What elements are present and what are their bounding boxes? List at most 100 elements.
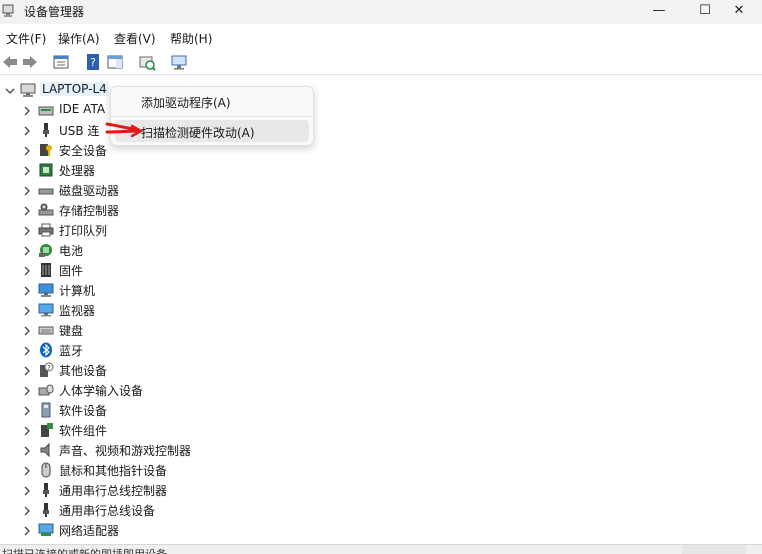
scan-hardware-icon[interactable] <box>138 53 156 71</box>
bluetooth-icon <box>38 342 54 358</box>
tree-item-usb-device[interactable]: 通用串行总线设备 <box>0 500 740 520</box>
tree-item-other[interactable]: ? 其他设备 <box>0 360 740 380</box>
menu-help[interactable]: 帮助(H) <box>170 30 212 47</box>
chevron-right-icon[interactable] <box>22 465 32 476</box>
tree-item-label: 键盘 <box>59 324 84 338</box>
chevron-right-icon[interactable] <box>22 245 32 256</box>
chevron-right-icon[interactable] <box>22 285 32 296</box>
title-bar: 设备管理器 — ☐ ✕ <box>0 0 762 24</box>
back-icon[interactable] <box>1 53 19 71</box>
tree-item-audio[interactable]: 声音、视频和游戏控制器 <box>0 440 740 460</box>
action-pane-icon[interactable] <box>106 53 124 71</box>
tree-item-label: 存储控制器 <box>59 204 120 218</box>
tree-item-label: 电池 <box>59 244 84 258</box>
usb-icon <box>38 482 54 498</box>
tree-item-label: 软件设备 <box>59 404 108 418</box>
help-icon[interactable]: ? <box>84 53 102 71</box>
chevron-right-icon[interactable] <box>22 105 32 116</box>
menu-separator <box>111 116 311 117</box>
keyboard-icon <box>38 322 54 338</box>
tree-item-printer[interactable]: 打印队列 <box>0 220 740 240</box>
tree-item-storage[interactable]: 存储控制器 <box>0 200 740 220</box>
menu-item-label: 扫描检测硬件改动(A) <box>141 126 255 140</box>
processor-icon <box>38 162 54 178</box>
tree-item-software-component[interactable]: 软件组件 <box>0 420 740 440</box>
menu-bar: 文件(F) 操作(A) 查看(V) 帮助(H) <box>0 28 762 48</box>
tree-item-battery[interactable]: 电池 <box>0 240 740 260</box>
tree-item-label: 磁盘驱动器 <box>59 184 120 198</box>
chevron-right-icon[interactable] <box>22 205 32 216</box>
close-button[interactable]: ✕ <box>716 0 762 24</box>
tree-item-network[interactable]: 网络适配器 <box>0 520 740 540</box>
chevron-right-icon[interactable] <box>22 165 32 176</box>
menu-item-label: 添加驱动程序(A) <box>141 96 231 110</box>
tree-item-firmware[interactable]: 固件 <box>0 260 740 280</box>
monitor-icon[interactable] <box>170 53 188 71</box>
tree-item-computer[interactable]: 计算机 <box>0 280 740 300</box>
chevron-right-icon[interactable] <box>22 425 32 436</box>
tree-root-label: LAPTOP-L4 <box>40 82 109 96</box>
chevron-right-icon[interactable] <box>22 385 32 396</box>
menu-action[interactable]: 操作(A) <box>58 30 100 47</box>
tree-item-label: IDE ATA <box>59 102 106 116</box>
printer-icon <box>38 222 54 238</box>
tree-item-label: 其他设备 <box>59 364 108 378</box>
tree-item-label: USB 连 <box>59 124 100 138</box>
tree-item-bluetooth[interactable]: 蓝牙 <box>0 340 740 360</box>
tree-item-hid[interactable]: 人体学输入设备 <box>0 380 740 400</box>
forward-icon[interactable] <box>21 53 39 71</box>
tree-item-disk[interactable]: 磁盘驱动器 <box>0 180 740 200</box>
network-adapter-icon <box>38 522 54 538</box>
usb-connector-icon <box>38 122 54 138</box>
tree-item-label: 通用串行总线设备 <box>59 504 156 518</box>
computer-icon <box>38 282 54 298</box>
tree-item-label: 蓝牙 <box>59 344 84 358</box>
tree-item-label: 通用串行总线控制器 <box>59 484 168 498</box>
chevron-right-icon[interactable] <box>22 305 32 316</box>
chevron-right-icon[interactable] <box>22 225 32 236</box>
chevron-right-icon[interactable] <box>22 345 32 356</box>
software-device-icon <box>38 402 54 418</box>
menu-item-scan-hardware[interactable]: 扫描检测硬件改动(A) <box>115 120 309 142</box>
menu-file[interactable]: 文件(F) <box>6 30 46 47</box>
chevron-right-icon[interactable] <box>22 505 32 516</box>
tree-item-keyboard[interactable]: 键盘 <box>0 320 740 340</box>
other-device-icon: ? <box>38 362 54 378</box>
tree-item-label: 处理器 <box>59 164 96 178</box>
storage-controller-icon <box>38 202 54 218</box>
software-component-icon <box>38 422 54 438</box>
chevron-right-icon[interactable] <box>22 445 32 456</box>
chevron-right-icon[interactable] <box>22 525 32 536</box>
menu-view[interactable]: 查看(V) <box>114 30 156 47</box>
audio-icon <box>38 442 54 458</box>
svg-text:?: ? <box>47 364 51 372</box>
tree-item-mouse[interactable]: 鼠标和其他指针设备 <box>0 460 740 480</box>
chevron-right-icon[interactable] <box>22 485 32 496</box>
chevron-right-icon[interactable] <box>22 325 32 336</box>
ide-controller-icon <box>38 102 54 118</box>
tree-item-usb-controller[interactable]: 通用串行总线控制器 <box>0 480 740 500</box>
mouse-icon <box>38 462 54 478</box>
properties-icon[interactable] <box>52 53 70 71</box>
disk-drive-icon <box>38 182 54 198</box>
chevron-right-icon[interactable] <box>22 365 32 376</box>
tree-item-label: 人体学输入设备 <box>59 384 144 398</box>
tree-item-label: 网络适配器 <box>59 524 120 538</box>
chevron-down-icon[interactable] <box>5 85 15 95</box>
firmware-icon <box>38 262 54 278</box>
chevron-right-icon[interactable] <box>22 405 32 416</box>
chevron-right-icon[interactable] <box>22 145 32 156</box>
chevron-right-icon[interactable] <box>22 265 32 276</box>
menu-item-add-driver[interactable]: 添加驱动程序(A) <box>115 90 309 112</box>
svg-text:?: ? <box>90 56 96 69</box>
tree-item-monitor[interactable]: 监视器 <box>0 300 740 320</box>
chevron-right-icon[interactable] <box>22 125 32 136</box>
minimize-button[interactable]: — <box>636 0 682 24</box>
tree-item-label: 计算机 <box>59 284 96 298</box>
chevron-right-icon[interactable] <box>22 185 32 196</box>
tree-item-processor[interactable]: 处理器 <box>0 160 740 180</box>
tree-item-software-device[interactable]: 软件设备 <box>0 400 740 420</box>
device-manager-icon <box>2 4 16 18</box>
toolbar: ? <box>0 50 762 75</box>
tree-item-label: 打印队列 <box>59 224 108 238</box>
